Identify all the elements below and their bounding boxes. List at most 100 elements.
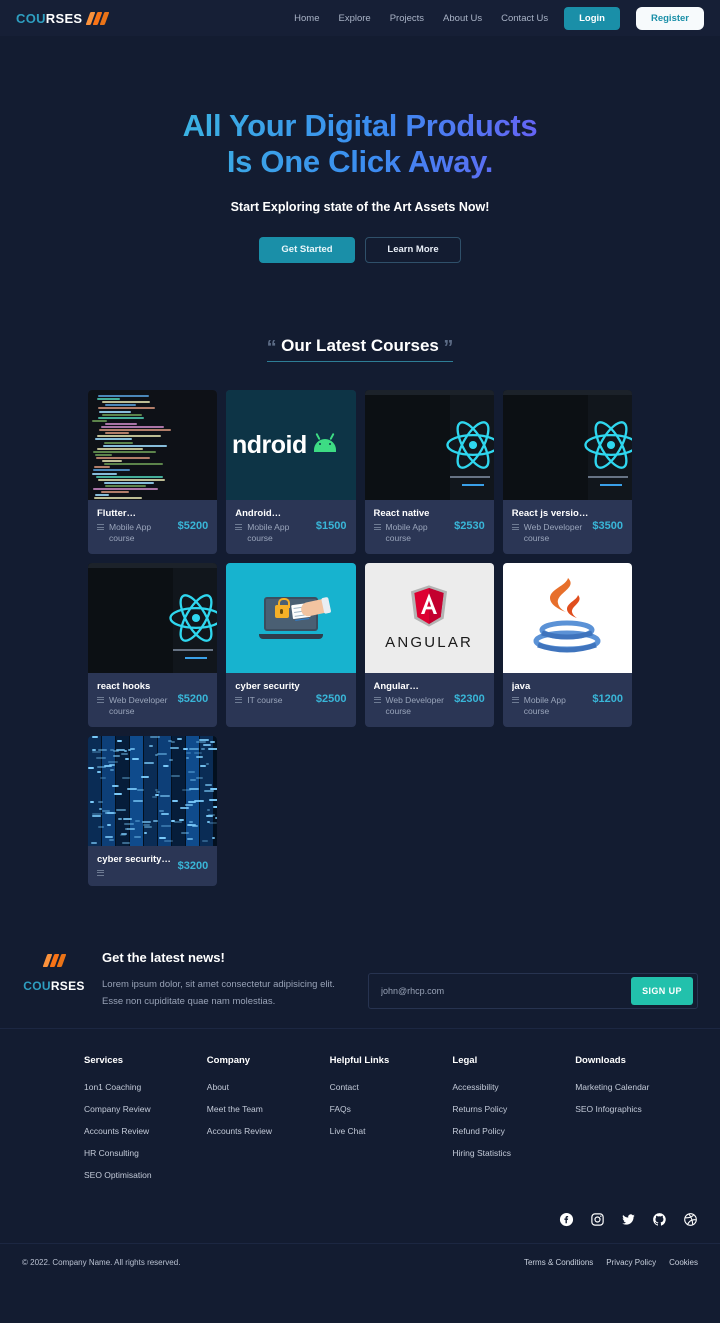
course-card-category: Mobile App course (97, 522, 174, 545)
dribbble-icon[interactable] (683, 1212, 698, 1227)
footer-column-title: Services (84, 1054, 124, 1066)
nav-link-contact-us[interactable]: Contact Us (501, 13, 548, 24)
newsletter-heading: Get the latest news! (102, 950, 225, 966)
course-card[interactable]: java Mobile App course $1200 (502, 562, 632, 727)
nav-link-about-us[interactable]: About Us (443, 13, 482, 24)
newsletter-signup-button[interactable]: SIGN UP (631, 977, 693, 1006)
course-card-image (88, 735, 218, 846)
footer-link[interactable]: Accessibility (452, 1082, 575, 1092)
course-card-category: Mobile App course (511, 695, 589, 718)
newsletter-email-input[interactable] (369, 986, 631, 997)
list-icon (235, 696, 243, 705)
list-icon (97, 524, 104, 532)
course-card-image: ANGULAR (364, 562, 494, 673)
footer-link[interactable]: Contact (330, 1082, 453, 1092)
register-button[interactable]: Register (635, 6, 704, 30)
footer-link[interactable]: Live Chat (330, 1126, 453, 1136)
facebook-icon[interactable] (559, 1212, 574, 1227)
course-card-image (88, 562, 218, 673)
copyright-text: © 2022. Company Name. All rights reserve… (22, 1257, 181, 1267)
android-robot-icon (313, 438, 336, 452)
twitter-icon[interactable] (621, 1212, 636, 1227)
android-artwork: ndroid (226, 390, 356, 500)
newsletter-body: Lorem ipsum dolor, sit amet consectetur … (102, 977, 352, 1009)
course-card-image (502, 390, 632, 500)
nav-links: Home Explore Projects About Us Contact U… (294, 13, 548, 24)
nav-link-explore[interactable]: Explore (339, 13, 371, 24)
course-card-price: $2530 (454, 520, 485, 533)
footer-link[interactable]: 1on1 Coaching (84, 1082, 207, 1092)
footer-link[interactable]: Refund Policy (452, 1126, 575, 1136)
angular-logo-icon (411, 585, 448, 628)
footer-link[interactable]: Marketing Calendar (575, 1082, 698, 1092)
footer-link[interactable]: Accounts Review (207, 1126, 330, 1136)
course-card[interactable]: ANGULAR Angular… Web Developer course $2300 (364, 562, 494, 727)
brand-name-part1: COU (16, 10, 46, 26)
server-room-artwork (88, 735, 218, 846)
footer-column: Legal Accessibility Returns Policy Refund P… (452, 1055, 575, 1192)
course-card-image (88, 390, 218, 500)
course-card-info: cyber security IT course $2500 (226, 673, 355, 727)
list-icon (235, 524, 243, 532)
course-card-image (502, 562, 632, 673)
course-card-info: React native Mobile App course $2530 (365, 500, 494, 554)
list-icon (373, 696, 381, 705)
course-card-category-label: Mobile App course (109, 522, 152, 544)
footer-link[interactable]: Returns Policy (452, 1104, 575, 1114)
course-card-title: cyber security… (97, 853, 171, 865)
navbar: COURSES Home Explore Projects About Us C… (0, 0, 720, 36)
footer-column: Downloads Marketing Calendar SEO Infograph… (575, 1055, 698, 1192)
footer-link[interactable]: Accounts Review (84, 1126, 207, 1136)
footer-link[interactable]: Meet the Team (207, 1104, 330, 1114)
course-card[interactable]: cyber security IT course $2500 (226, 562, 356, 727)
footer-link[interactable]: FAQs (330, 1104, 453, 1114)
course-card-title: java (511, 680, 531, 692)
course-card-title: Android… (235, 508, 282, 519)
quote-open-icon: “ (266, 337, 277, 359)
footer-link[interactable]: About (207, 1082, 330, 1092)
course-card-price: $1200 (592, 693, 623, 706)
course-card[interactable]: React js version 19 Web Developer course $… (502, 390, 632, 554)
course-card[interactable]: cyber security… $3200 (88, 735, 218, 887)
hero-title-line1: All Your Digital Products (182, 108, 538, 143)
footer-link[interactable]: SEO Optimisation (84, 1170, 207, 1180)
courses-section: “ Our Latest Courses ” Flutter… Mobile Ap… (0, 336, 720, 887)
social-links (0, 1192, 720, 1243)
newsletter-body-line2: Esse non cupiditate quae nam molestias. (102, 995, 276, 1007)
hero-section: All Your Digital Products Is One Click A… (0, 36, 720, 336)
github-icon[interactable] (652, 1212, 667, 1227)
instagram-icon[interactable] (590, 1212, 605, 1227)
login-button[interactable]: Login (564, 6, 620, 30)
footer-link[interactable]: SEO Infographics (575, 1104, 698, 1114)
course-card[interactable]: ndroid Android… Mobile App course $1500 (226, 390, 356, 554)
nav-link-projects[interactable]: Projects (390, 13, 424, 24)
brand-logo[interactable]: COURSES (16, 10, 110, 26)
course-card[interactable]: React native Mobile App course $2530 (364, 390, 494, 554)
brand-name-part2: RSES (45, 10, 83, 26)
footer-link[interactable]: HR Consulting (84, 1148, 207, 1158)
newsletter-copy: Get the latest news! Lorem ipsum dolor, … (102, 950, 352, 1009)
course-card-category-label: Mobile App course (247, 522, 290, 544)
cyber-security-artwork (226, 562, 356, 673)
course-card[interactable]: react hooks Web Developer course $5200 (88, 562, 218, 727)
course-card[interactable]: Flutter… Mobile App course $5200 (88, 390, 218, 554)
footer-columns: Services 1on1 Coaching Company Review Accou… (0, 1029, 720, 1192)
get-started-button[interactable]: Get Started (259, 236, 355, 263)
footer-bottom-link[interactable]: Privacy Policy (606, 1258, 656, 1267)
triple-slash-logo-icon (42, 954, 66, 968)
footer-link[interactable]: Company Review (84, 1104, 207, 1114)
footer-bottom-link[interactable]: Terms & Conditions (524, 1258, 593, 1267)
learn-more-button[interactable]: Learn More (365, 236, 461, 263)
footer-brand-part2: RSES (50, 979, 85, 994)
course-card-info: java Mobile App course $1200 (503, 673, 632, 727)
footer-column-title: Company (206, 1054, 251, 1066)
footer-bottom-link[interactable]: Cookies (669, 1258, 698, 1267)
footer: Services 1on1 Coaching Company Review Accou… (0, 1029, 720, 1281)
footer-brand-logo[interactable]: COURSES (22, 950, 86, 993)
react-logo-icon (169, 594, 218, 642)
nav-link-home[interactable]: Home (294, 13, 319, 24)
footer-link[interactable]: Hiring Statistics (452, 1148, 575, 1158)
course-card-category: Mobile App course (373, 522, 451, 545)
footer-brand-part1: COU (23, 979, 51, 994)
course-card-title: React js version 19 (511, 508, 589, 519)
